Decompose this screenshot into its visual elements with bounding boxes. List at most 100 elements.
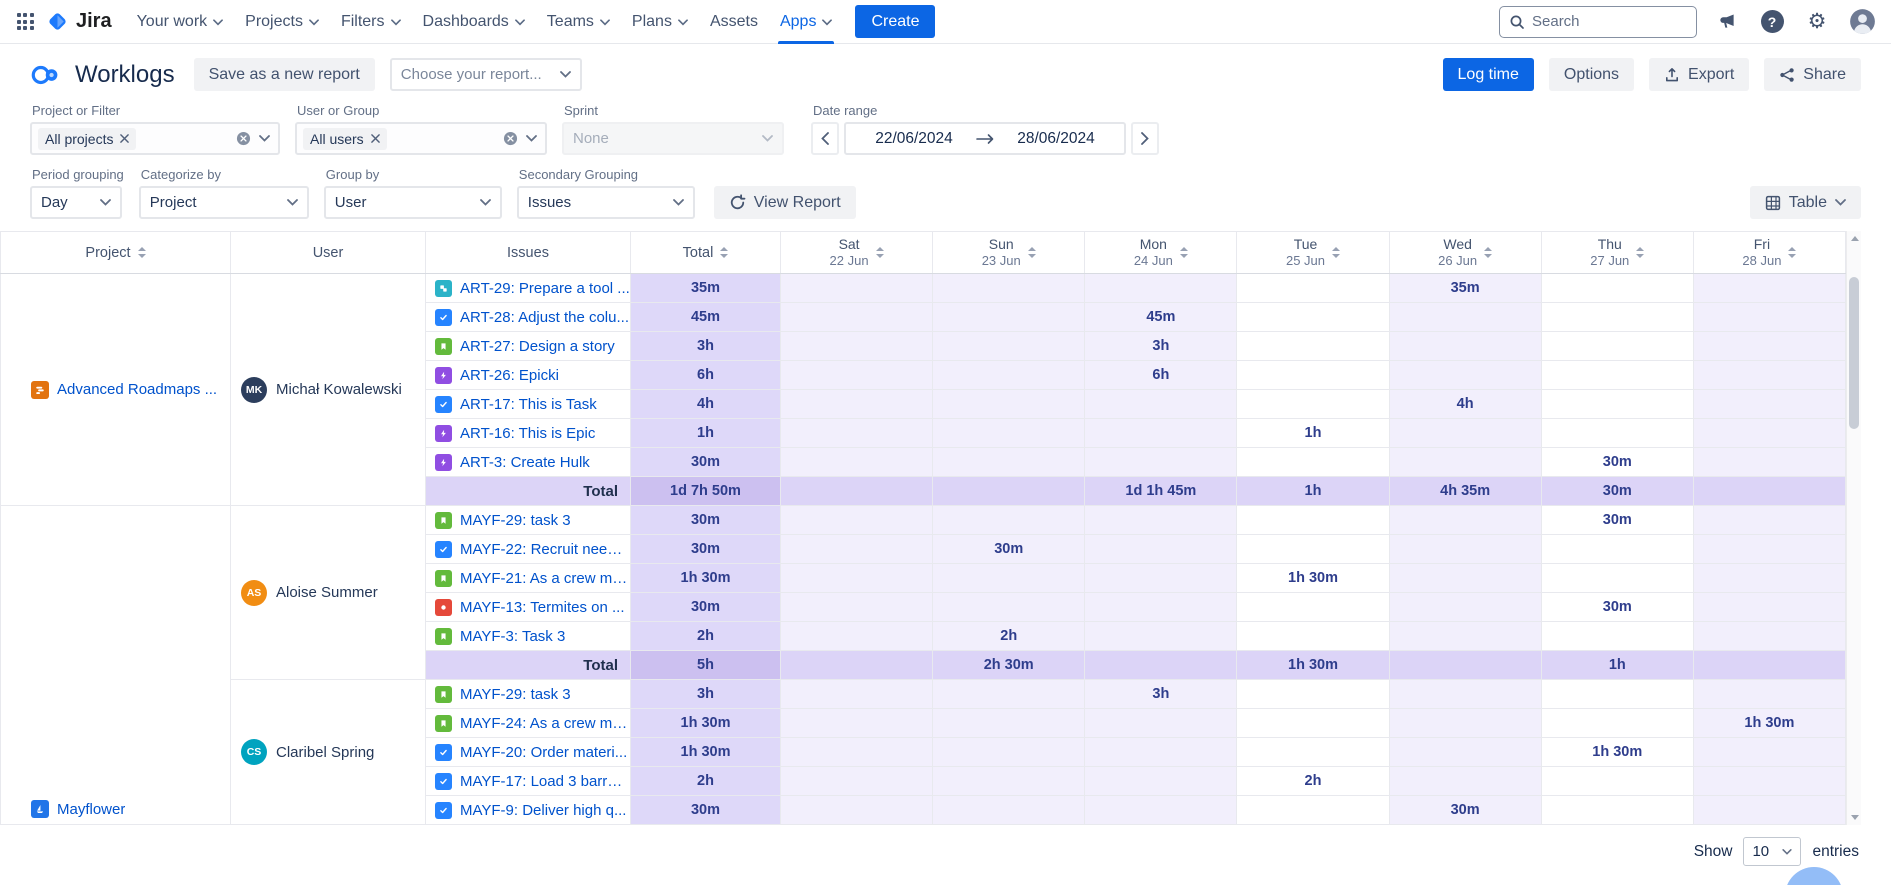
worklog-cell[interactable] bbox=[933, 361, 1085, 390]
worklog-cell[interactable]: 1h 30m bbox=[1693, 709, 1845, 738]
worklog-cell[interactable] bbox=[1237, 680, 1389, 709]
worklog-cell[interactable] bbox=[781, 651, 933, 680]
worklog-cell[interactable] bbox=[1237, 332, 1389, 361]
worklog-cell[interactable]: 1h 30m bbox=[1541, 738, 1693, 767]
day-header-tue[interactable]: Tue25 Jun bbox=[1237, 232, 1389, 274]
worklog-cell[interactable]: 30m bbox=[1389, 796, 1541, 825]
nav-item-assets[interactable]: Assets bbox=[699, 0, 769, 44]
issue-link[interactable]: MAYF-24: As a crew me... bbox=[460, 715, 630, 732]
worklog-cell[interactable]: 4h 35m bbox=[1389, 477, 1541, 506]
worklog-cell[interactable] bbox=[933, 477, 1085, 506]
issue-link[interactable]: MAYF-17: Load 3 barrel... bbox=[460, 773, 630, 790]
issue-link[interactable]: MAYF-29: task 3 bbox=[460, 686, 571, 703]
worklog-cell[interactable] bbox=[1085, 448, 1237, 477]
nav-item-plans[interactable]: Plans bbox=[621, 0, 699, 44]
worklog-cell[interactable] bbox=[1389, 361, 1541, 390]
worklog-cell[interactable] bbox=[1389, 709, 1541, 738]
announcements-button[interactable] bbox=[1712, 7, 1742, 37]
worklog-cell[interactable] bbox=[781, 564, 933, 593]
worklog-cell[interactable] bbox=[1693, 564, 1845, 593]
worklog-cell[interactable] bbox=[1389, 332, 1541, 361]
issue-link[interactable]: MAYF-29: task 3 bbox=[460, 512, 571, 529]
worklog-cell[interactable] bbox=[933, 593, 1085, 622]
worklog-cell[interactable] bbox=[781, 361, 933, 390]
issue-link[interactable]: MAYF-22: Recruit needl... bbox=[460, 541, 630, 558]
date-prev-button[interactable] bbox=[811, 122, 839, 155]
share-button[interactable]: Share bbox=[1764, 58, 1861, 91]
worklog-cell[interactable]: 30m bbox=[1541, 506, 1693, 535]
worklog-cell[interactable] bbox=[1085, 709, 1237, 738]
day-header-thu[interactable]: Thu27 Jun bbox=[1541, 232, 1693, 274]
worklog-cell[interactable] bbox=[781, 274, 933, 303]
worklog-cell[interactable] bbox=[933, 274, 1085, 303]
worklog-cell[interactable] bbox=[1085, 622, 1237, 651]
worklog-cell[interactable] bbox=[1693, 419, 1845, 448]
worklog-cell[interactable] bbox=[781, 390, 933, 419]
issue-link[interactable]: MAYF-21: As a crew me... bbox=[460, 570, 630, 587]
issue-link[interactable]: ART-28: Adjust the colu... bbox=[460, 309, 629, 326]
nav-item-apps[interactable]: Apps bbox=[769, 0, 843, 44]
worklog-cell[interactable] bbox=[1085, 796, 1237, 825]
project-link[interactable]: Mayflower bbox=[57, 801, 125, 818]
worklog-cell[interactable] bbox=[1237, 796, 1389, 825]
worklog-cell[interactable] bbox=[1237, 535, 1389, 564]
worklog-cell[interactable] bbox=[1541, 274, 1693, 303]
worklog-cell[interactable]: 1h bbox=[1237, 419, 1389, 448]
worklog-cell[interactable] bbox=[1237, 738, 1389, 767]
nav-item-filters[interactable]: Filters bbox=[330, 0, 412, 44]
report-select[interactable]: Choose your report... bbox=[390, 58, 582, 91]
project-filter-select[interactable]: All projects bbox=[30, 122, 280, 155]
worklog-cell[interactable] bbox=[781, 506, 933, 535]
clear-filter-icon[interactable] bbox=[236, 131, 251, 146]
worklog-cell[interactable] bbox=[933, 332, 1085, 361]
worklog-cell[interactable] bbox=[1085, 564, 1237, 593]
worklog-cell[interactable] bbox=[1693, 535, 1845, 564]
worklog-cell[interactable]: 1h 30m bbox=[1237, 651, 1389, 680]
worklog-cell[interactable] bbox=[1389, 738, 1541, 767]
worklog-cell[interactable] bbox=[781, 738, 933, 767]
worklog-cell[interactable] bbox=[781, 419, 933, 448]
worklog-cell[interactable] bbox=[933, 303, 1085, 332]
worklog-cell[interactable] bbox=[1541, 332, 1693, 361]
worklog-cell[interactable] bbox=[1085, 390, 1237, 419]
worklog-cell[interactable] bbox=[1389, 419, 1541, 448]
profile-button[interactable] bbox=[1847, 7, 1877, 37]
worklog-cell[interactable] bbox=[933, 796, 1085, 825]
settings-button[interactable]: ⚙ bbox=[1802, 7, 1832, 37]
worklog-cell[interactable] bbox=[1237, 390, 1389, 419]
day-header-mon[interactable]: Mon24 Jun bbox=[1085, 232, 1237, 274]
column-header-issues[interactable]: Issues bbox=[426, 232, 631, 274]
clear-filter-icon[interactable] bbox=[503, 131, 518, 146]
worklog-cell[interactable]: 3h bbox=[1085, 332, 1237, 361]
worklog-cell[interactable] bbox=[933, 680, 1085, 709]
page-size-select[interactable]: 10 bbox=[1743, 837, 1801, 866]
nav-item-your-work[interactable]: Your work bbox=[126, 0, 235, 44]
worklog-cell[interactable] bbox=[1693, 303, 1845, 332]
worklog-cell[interactable] bbox=[1693, 274, 1845, 303]
sprint-select[interactable]: None bbox=[562, 122, 784, 155]
worklog-cell[interactable] bbox=[1693, 651, 1845, 680]
issue-link[interactable]: MAYF-20: Order materi... bbox=[460, 744, 627, 761]
issue-link[interactable]: ART-27: Design a story bbox=[460, 338, 615, 355]
worklog-cell[interactable] bbox=[1389, 535, 1541, 564]
period-grouping-select[interactable]: Day bbox=[30, 186, 122, 219]
worklog-cell[interactable] bbox=[1389, 303, 1541, 332]
day-header-fri[interactable]: Fri28 Jun bbox=[1693, 232, 1845, 274]
column-header-total[interactable]: Total bbox=[631, 232, 781, 274]
worklog-cell[interactable] bbox=[1389, 564, 1541, 593]
worklog-cell[interactable] bbox=[781, 767, 933, 796]
worklog-cell[interactable]: 35m bbox=[1389, 274, 1541, 303]
worklog-cell[interactable] bbox=[1237, 448, 1389, 477]
worklog-cell[interactable] bbox=[933, 390, 1085, 419]
column-header-user[interactable]: User bbox=[231, 232, 426, 274]
worklog-cell[interactable] bbox=[1693, 448, 1845, 477]
worklog-cell[interactable]: 4h bbox=[1389, 390, 1541, 419]
view-mode-button[interactable]: Table bbox=[1750, 186, 1861, 219]
worklog-cell[interactable] bbox=[781, 332, 933, 361]
worklog-cell[interactable] bbox=[1541, 796, 1693, 825]
worklog-cell[interactable] bbox=[1693, 680, 1845, 709]
worklog-cell[interactable] bbox=[1389, 593, 1541, 622]
worklog-cell[interactable] bbox=[1085, 767, 1237, 796]
worklog-cell[interactable] bbox=[1693, 361, 1845, 390]
export-button[interactable]: Export bbox=[1649, 58, 1749, 91]
